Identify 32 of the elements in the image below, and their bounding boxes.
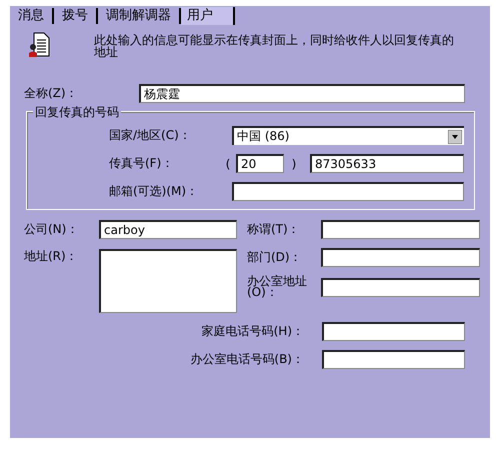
group-title: 回复传真的号码 <box>33 104 121 121</box>
paren-text: ( <box>224 156 232 170</box>
field-label: 办公室地址(O)： <box>247 276 308 298</box>
office-phone-field[interactable] <box>322 350 465 369</box>
tab[interactable]: 用户 <box>181 7 235 25</box>
field-label: 地址(R)： <box>24 248 79 265</box>
department-field[interactable] <box>321 248 480 267</box>
field-label: 办公室电话号码(B)： <box>190 351 304 368</box>
field-label: 公司(N)： <box>24 221 80 238</box>
field-label: 邮箱(可选)(M)： <box>109 183 200 200</box>
company-field[interactable]: carboy <box>99 220 237 239</box>
field-label: 传真号(F)： <box>109 155 174 172</box>
field-label: 全称(Z)： <box>24 85 79 102</box>
intro-text: 此处输入的信息可能显示在传真封面上，同时给收件人以回复传真的地址 <box>94 32 455 58</box>
tab[interactable]: 消息 <box>10 8 54 24</box>
home-phone-field[interactable] <box>322 322 465 341</box>
country-dropdown[interactable]: 中国 (86) <box>232 126 464 145</box>
fax-cover-icon <box>28 32 50 58</box>
office-location-field[interactable] <box>321 278 480 296</box>
address-field[interactable] <box>99 249 237 313</box>
tab[interactable]: 拨号 <box>54 8 98 24</box>
mailbox-field[interactable] <box>232 182 464 201</box>
title-field[interactable] <box>321 220 480 239</box>
paren-text: ) <box>290 156 298 170</box>
field-label: 称谓(T)： <box>247 221 301 238</box>
area-code-field[interactable]: 20 <box>236 154 284 173</box>
fax-number-field[interactable]: 87305633 <box>310 154 464 173</box>
full-name-field[interactable]: 杨震霆 <box>139 84 465 103</box>
field-label: 家庭电话号码(H)： <box>202 323 304 340</box>
field-label: 国家/地区(C)： <box>109 127 192 144</box>
dropdown-arrow-icon[interactable] <box>448 130 462 144</box>
field-label: 部门(D)： <box>247 249 303 266</box>
